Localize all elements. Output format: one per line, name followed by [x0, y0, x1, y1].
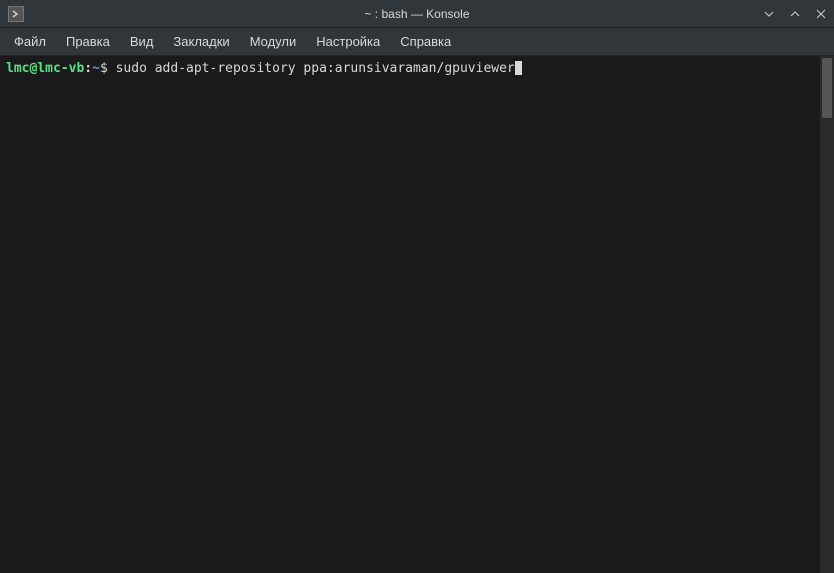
close-button[interactable] — [812, 5, 830, 23]
window-title: ~ : bash — Konsole — [364, 7, 469, 21]
titlebar: ~ : bash — Konsole — [0, 0, 834, 28]
app-icon — [8, 6, 24, 22]
maximize-button[interactable] — [786, 5, 804, 23]
minimize-button[interactable] — [760, 5, 778, 23]
menubar: Файл Правка Вид Закладки Модули Настройк… — [0, 28, 834, 56]
menu-plugins[interactable]: Модули — [240, 30, 307, 53]
menu-bookmarks[interactable]: Закладки — [163, 30, 239, 53]
terminal[interactable]: lmc@lmc-vb:~$ sudo add-apt-repository pp… — [0, 56, 820, 573]
command-text: sudo add-apt-repository ppa:arunsivarama… — [116, 61, 515, 76]
terminal-container: lmc@lmc-vb:~$ sudo add-apt-repository pp… — [0, 56, 834, 573]
scrollbar-thumb[interactable] — [822, 58, 832, 118]
terminal-cursor — [515, 61, 522, 75]
menu-edit[interactable]: Правка — [56, 30, 120, 53]
window-controls — [760, 5, 830, 23]
menu-settings[interactable]: Настройка — [306, 30, 390, 53]
prompt-symbol: $ — [100, 61, 108, 76]
menu-help[interactable]: Справка — [390, 30, 461, 53]
prompt-separator: : — [84, 61, 92, 76]
prompt-path: ~ — [92, 61, 100, 76]
menu-view[interactable]: Вид — [120, 30, 164, 53]
prompt-user-host: lmc@lmc-vb — [6, 61, 84, 76]
menu-file[interactable]: Файл — [4, 30, 56, 53]
scrollbar[interactable] — [820, 56, 834, 573]
